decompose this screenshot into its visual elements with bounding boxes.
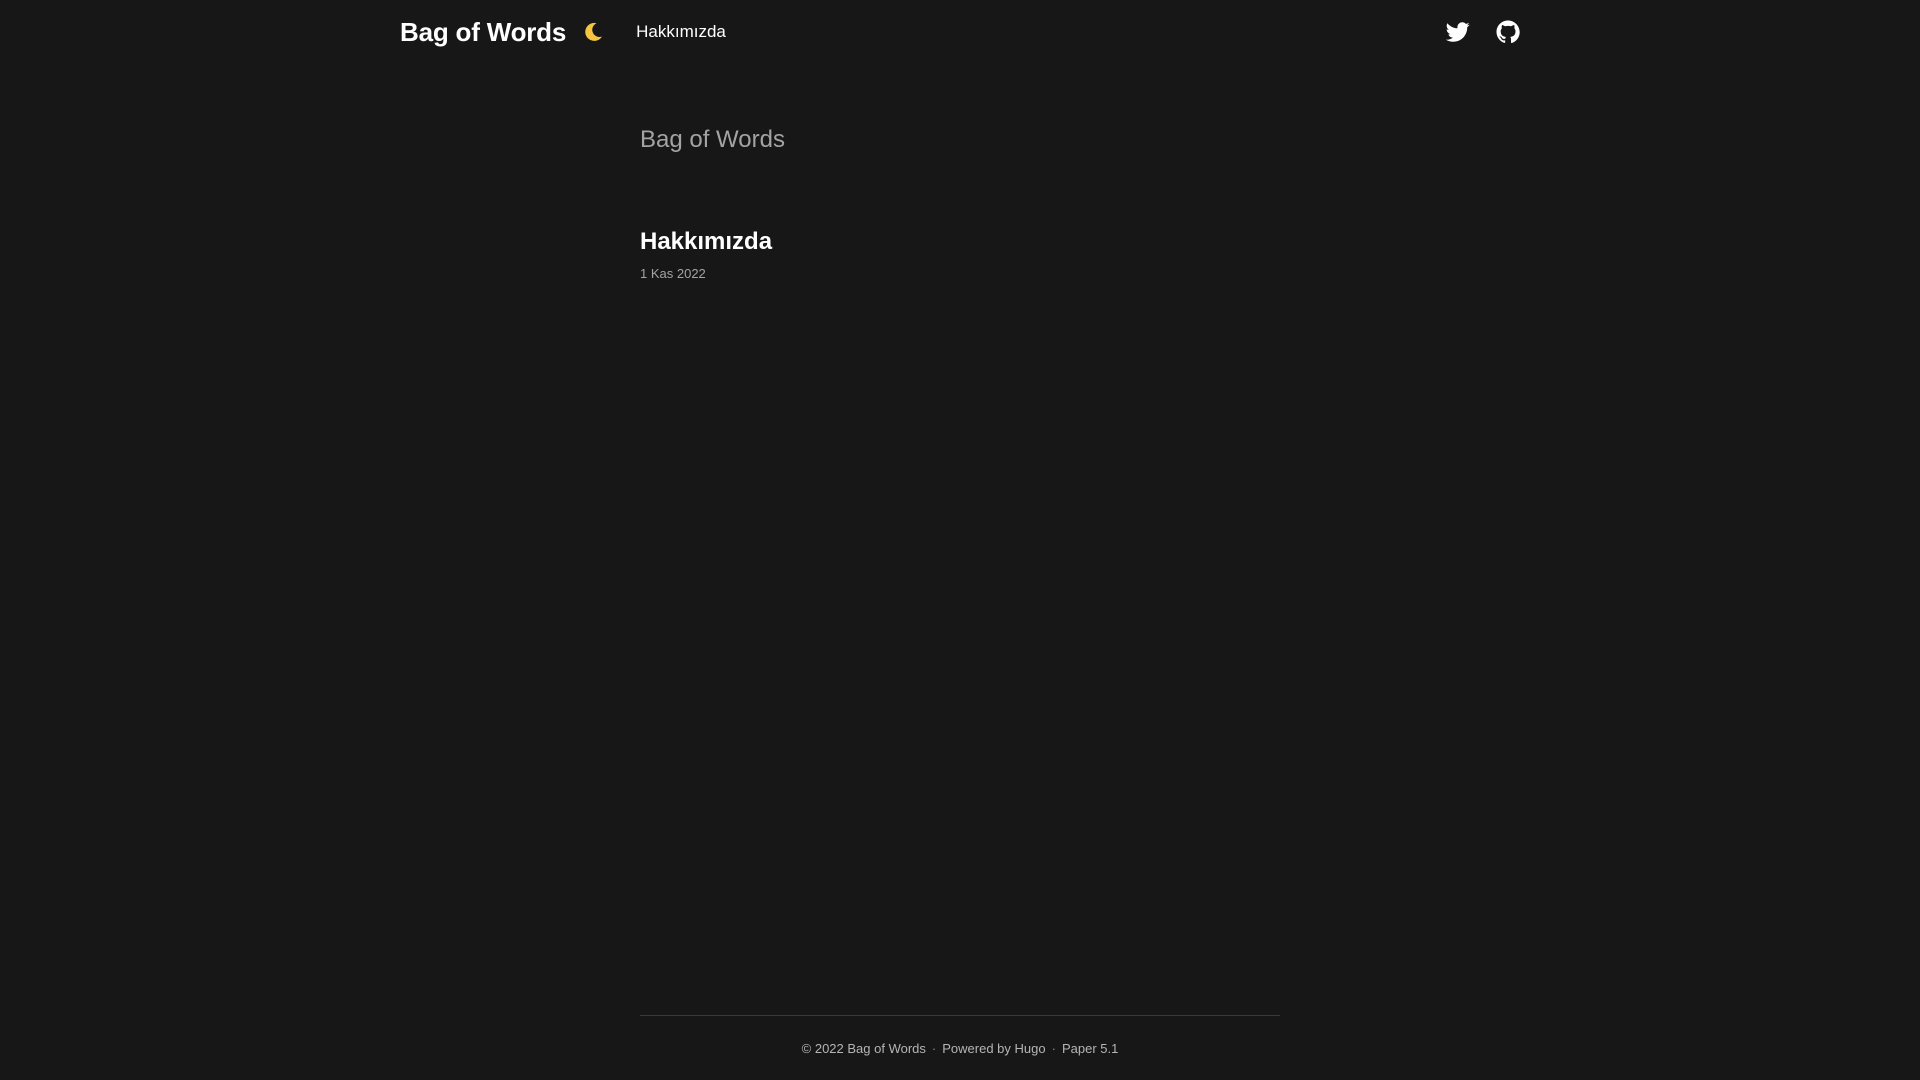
home-title: Bag of Words xyxy=(640,126,785,153)
social-links xyxy=(1445,19,1521,45)
twitter-icon xyxy=(1446,22,1470,42)
site-header: Bag of Words Hakkımızda xyxy=(400,0,1521,64)
github-link[interactable] xyxy=(1495,19,1521,45)
site-footer: © 2022 Bag of Words · Powered by Hugo · … xyxy=(640,1015,1280,1080)
page: Bag of Words Hakkımızda Bag of Words Hak… xyxy=(0,0,1920,1080)
post-title-link[interactable]: Hakkımızda xyxy=(640,228,772,256)
footer-powered-prefix: Powered by xyxy=(942,1041,1011,1056)
post-entry: Hakkımızda 1 Kas 2022 xyxy=(640,228,772,281)
main-nav: Hakkımızda xyxy=(636,22,726,42)
footer-separator: · xyxy=(931,1041,937,1056)
footer-theme-link[interactable]: Paper 5.1 xyxy=(1062,1041,1118,1056)
site-brand-link[interactable]: Bag of Words xyxy=(400,17,566,48)
footer-separator: · xyxy=(1051,1041,1056,1056)
footer-hugo-link[interactable]: Hugo xyxy=(1015,1041,1046,1056)
theme-toggle-button[interactable] xyxy=(580,19,606,45)
moon-icon xyxy=(585,22,603,41)
post-date: 1 Kas 2022 xyxy=(640,266,706,281)
nav-link-hakkimizda[interactable]: Hakkımızda xyxy=(636,22,726,42)
twitter-link[interactable] xyxy=(1445,19,1471,45)
footer-copyright: © 2022 Bag of Words xyxy=(801,1041,926,1056)
github-icon xyxy=(1496,20,1520,44)
